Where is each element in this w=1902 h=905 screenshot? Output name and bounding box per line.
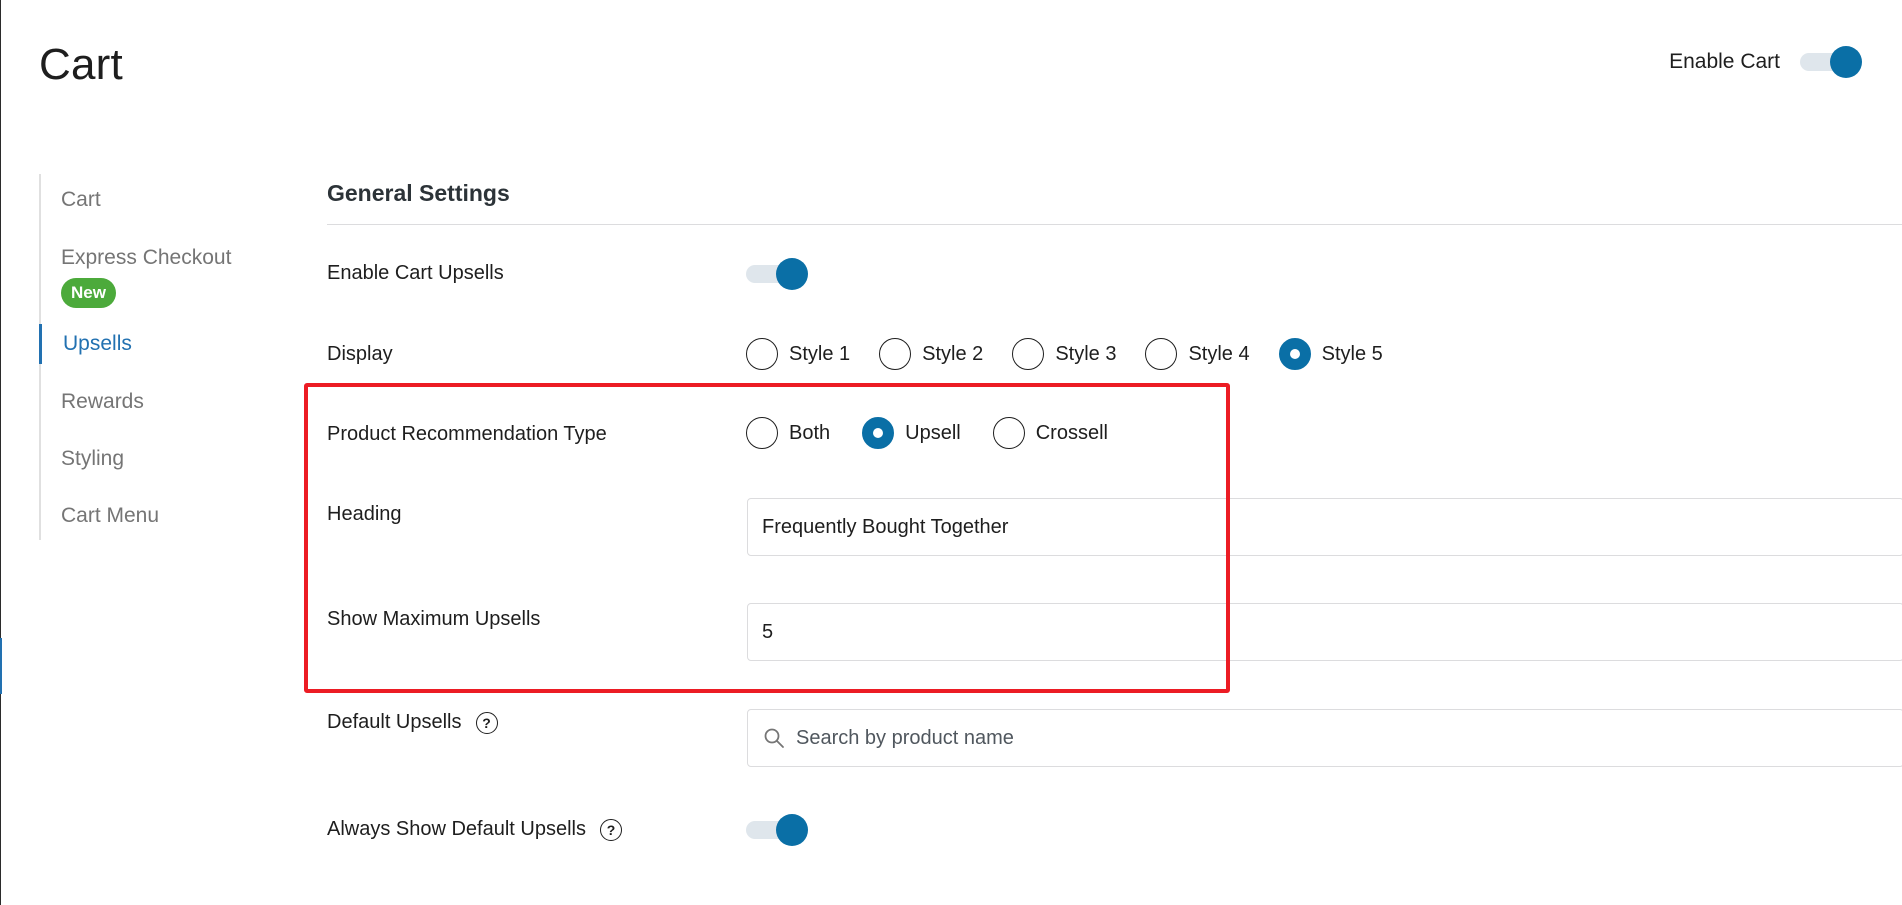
display-style-4-option[interactable]: Style 4: [1145, 338, 1250, 370]
always-show-default-label-text: Always Show Default Upsells: [327, 818, 586, 840]
radio-button[interactable]: [879, 338, 912, 370]
radio-label: Style 1: [789, 342, 851, 365]
radio-button[interactable]: [746, 338, 778, 370]
heading-input[interactable]: [748, 499, 1902, 555]
radio-label: Upsell: [905, 421, 961, 444]
always-show-default-label: Always Show Default Upsells ?: [327, 818, 622, 841]
radio-label: Crossell: [1035, 421, 1108, 444]
sidebar-item-label: Cart Menu: [61, 504, 160, 527]
search-icon: [764, 728, 784, 748]
display-style-3-option[interactable]: Style 3: [1012, 338, 1116, 370]
max-upsells-input[interactable]: [748, 604, 1902, 660]
radio-label: Style 3: [1055, 342, 1117, 365]
toggle-knob: [776, 814, 808, 846]
radio-button[interactable]: [1145, 338, 1178, 370]
sidebar-item-label: Express Checkout: [61, 246, 232, 269]
display-style-1-option[interactable]: Style 1: [746, 338, 850, 370]
recommendation-crossell-option[interactable]: Crossell: [992, 417, 1108, 449]
recommendation-type-radio-group: Both Upsell Crossell: [746, 417, 1108, 449]
display-label: Display: [327, 343, 393, 366]
radio-button[interactable]: [992, 417, 1025, 449]
heading-field: [747, 498, 1902, 556]
sidebar-item-label: Styling: [61, 447, 125, 470]
enable-upsells-control: [746, 258, 808, 290]
question-mark-circle-icon[interactable]: ?: [475, 711, 498, 734]
max-upsells-field: [747, 603, 1902, 661]
radio-label: Style 5: [1321, 342, 1383, 365]
recommendation-both-option[interactable]: Both: [746, 417, 830, 449]
sidebar-item-upsells[interactable]: Upsells: [39, 324, 132, 364]
display-style-radio-group: Style 1 Style 2 Style 3 Style 4 Style 5: [746, 338, 1383, 370]
recommendation-type-label: Product Recommendation Type: [327, 423, 607, 446]
max-upsells-label-text: Show Maximum Upsells: [327, 608, 541, 630]
section-title: General Settings: [327, 180, 510, 206]
radio-button-selected[interactable]: [1278, 338, 1311, 370]
enable-upsells-toggle[interactable]: [746, 258, 808, 290]
recommendation-upsell-option[interactable]: Upsell: [862, 417, 961, 449]
radio-button-selected[interactable]: [862, 417, 895, 449]
display-style-5-option[interactable]: Style 5: [1278, 338, 1383, 370]
settings-side-nav: Cart Express Checkout New Upsells Reward…: [39, 174, 269, 540]
sidebar-item-styling[interactable]: Styling: [41, 447, 124, 471]
toggle-knob: [776, 258, 808, 290]
sidebar-item-label: Cart: [61, 188, 101, 211]
admin-sidebar-edge-marker: [0, 638, 2, 694]
display-style-2-option[interactable]: Style 2: [879, 338, 983, 370]
display-label-text: Display: [327, 343, 393, 365]
page-title: Cart: [39, 40, 123, 89]
sidebar-item-label: Upsells: [63, 332, 132, 355]
sidebar-item-label: Rewards: [61, 390, 144, 413]
always-show-default-toggle[interactable]: [746, 814, 808, 846]
heading-label-text: Heading: [327, 503, 402, 525]
sidebar-item-cart[interactable]: Cart: [41, 188, 101, 212]
radio-label: Style 4: [1188, 342, 1250, 365]
heading-label: Heading: [327, 503, 402, 526]
default-upsells-search-input[interactable]: [786, 710, 1902, 766]
section-divider: [327, 224, 1902, 225]
question-mark-circle-icon[interactable]: ?: [600, 818, 622, 841]
radio-label: Style 2: [922, 342, 984, 365]
default-upsells-label-text: Default Upsells: [327, 711, 462, 733]
page-left-edge: [0, 0, 1, 905]
max-upsells-label: Show Maximum Upsells: [327, 608, 540, 631]
default-upsells-search: [747, 709, 1902, 767]
always-show-default-control: [746, 814, 808, 846]
radio-button[interactable]: [1012, 338, 1045, 370]
sidebar-item-cart-menu[interactable]: Cart Menu: [41, 504, 159, 528]
new-badge: New: [61, 278, 116, 308]
enable-upsells-label: Enable Cart Upsells: [327, 262, 504, 285]
default-upsells-label: Default Upsells ?: [327, 711, 498, 734]
enable-upsells-label-text: Enable Cart Upsells: [327, 262, 504, 284]
radio-label: Both: [789, 421, 831, 444]
sidebar-item-express-checkout[interactable]: Express Checkout New: [41, 246, 231, 308]
radio-button[interactable]: [746, 417, 778, 449]
settings-content: General Settings Enable Cart Upsells Dis…: [327, 0, 1902, 905]
recommendation-type-label-text: Product Recommendation Type: [327, 423, 607, 445]
sidebar-item-rewards[interactable]: Rewards: [41, 390, 144, 414]
